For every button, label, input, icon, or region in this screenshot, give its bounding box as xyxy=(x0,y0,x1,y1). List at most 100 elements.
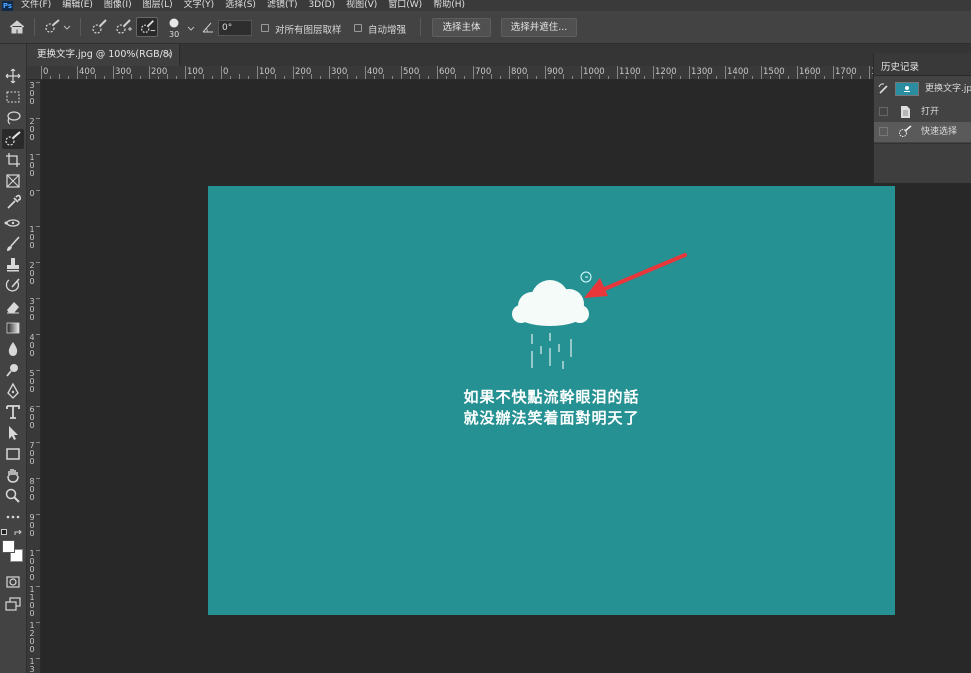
crop-tool-icon[interactable] xyxy=(2,150,24,170)
eraser-tool-icon[interactable] xyxy=(2,297,24,317)
clone-stamp-tool-icon[interactable] xyxy=(2,255,24,275)
foreground-color-swatch[interactable] xyxy=(2,540,15,553)
ruler-label: 600 xyxy=(29,405,35,430)
add-to-selection-icon[interactable] xyxy=(112,17,134,37)
path-selection-tool-icon[interactable] xyxy=(2,423,24,443)
more-tools-icon[interactable] xyxy=(2,507,24,527)
tool-preset-picker[interactable] xyxy=(42,17,72,37)
subtract-from-selection-icon[interactable] xyxy=(136,17,158,37)
menu-edit[interactable]: 编辑(E) xyxy=(62,0,93,11)
menu-type[interactable]: 文字(Y) xyxy=(184,0,215,11)
menu-view[interactable]: 视图(V) xyxy=(346,0,377,11)
quick-selection-tool-icon[interactable] xyxy=(2,129,24,149)
ruler-tick xyxy=(36,262,40,263)
rectangle-tool-icon[interactable] xyxy=(2,444,24,464)
ruler-tick xyxy=(149,66,150,79)
document-tab[interactable]: 更换文字.jpg @ 100%(RGB/8) × xyxy=(27,44,180,66)
color-swatches[interactable] xyxy=(1,529,25,565)
gradient-tool-icon[interactable] xyxy=(2,318,24,338)
ruler-minor-tick xyxy=(311,74,312,79)
close-tab-icon[interactable]: × xyxy=(164,44,173,66)
menu-help[interactable]: 帮助(H) xyxy=(433,0,465,11)
menu-window[interactable]: 窗口(W) xyxy=(388,0,422,11)
history-source-checkbox[interactable] xyxy=(879,127,888,136)
history-brush-tool-icon[interactable] xyxy=(2,276,24,296)
hand-tool-icon[interactable] xyxy=(2,465,24,485)
history-brush-source-icon[interactable] xyxy=(877,83,891,95)
ruler-minor-tick xyxy=(752,76,753,79)
history-item-label: 打开 xyxy=(921,107,940,117)
ruler-minor-tick xyxy=(788,76,789,79)
ruler-tick xyxy=(329,66,330,79)
ruler-minor-tick xyxy=(122,76,123,79)
ruler-label: 700 xyxy=(475,67,492,77)
frame-tool-icon[interactable] xyxy=(2,171,24,191)
ruler-label: 400 xyxy=(79,67,96,77)
history-panel-title[interactable]: 历史记录 xyxy=(881,59,919,73)
ruler-minor-tick xyxy=(851,74,852,79)
ruler-minor-tick xyxy=(239,74,240,79)
ruler-label: 1100 xyxy=(619,67,641,77)
eyedropper-tool-icon[interactable] xyxy=(2,192,24,212)
angle-input[interactable]: 0° xyxy=(218,20,252,36)
dodge-tool-icon[interactable] xyxy=(2,360,24,380)
menu-3d[interactable]: 3D(D) xyxy=(308,0,335,11)
ruler-label: 800 xyxy=(511,67,528,77)
spot-healing-tool-icon[interactable] xyxy=(2,213,24,233)
ruler-label: 100 xyxy=(187,67,204,77)
ruler-tick xyxy=(36,514,40,515)
ruler-minor-tick xyxy=(302,76,303,79)
menu-image[interactable]: 图像(I) xyxy=(104,0,132,11)
select-subject-button[interactable]: 选择主体 xyxy=(432,18,491,37)
menu-file[interactable]: 文件(F) xyxy=(21,0,51,11)
ruler-minor-tick xyxy=(608,76,609,79)
brush-tool-icon[interactable] xyxy=(2,234,24,254)
menu-layer[interactable]: 图层(L) xyxy=(143,0,173,11)
pen-tool-icon[interactable] xyxy=(2,381,24,401)
menu-filter[interactable]: 滤镜(T) xyxy=(267,0,298,11)
ruler-tick xyxy=(689,66,690,79)
history-item-quick-select[interactable]: 快速选择 xyxy=(874,122,971,142)
ruler-minor-tick xyxy=(491,74,492,79)
menu-bar: Ps 文件(F) 编辑(E) 图像(I) 图层(L) 文字(Y) 选择(S) 滤… xyxy=(0,0,971,11)
quick-mask-icon[interactable] xyxy=(2,572,24,592)
screen-mode-icon[interactable] xyxy=(2,594,24,614)
auto-enhance-label: 自动增强 xyxy=(368,25,407,36)
history-source-checkbox[interactable] xyxy=(879,107,888,116)
ruler-label: 200 xyxy=(295,67,312,77)
canvas-image[interactable]: 如果不快點流幹眼泪的話 就没辦法笑着面對明天了 xyxy=(208,186,895,615)
ruler-label: 900 xyxy=(547,67,564,77)
new-selection-icon[interactable] xyxy=(88,17,110,37)
tools-panel xyxy=(0,44,27,673)
ruler-tick xyxy=(797,66,798,79)
ruler-tick xyxy=(113,66,114,79)
swap-colors-icon[interactable] xyxy=(14,529,23,536)
ruler-label: 1600 xyxy=(799,67,821,77)
ruler-minor-tick xyxy=(347,74,348,79)
ruler-tick xyxy=(437,66,438,79)
select-and-mask-button[interactable]: 选择并遮住... xyxy=(501,18,577,37)
chevron-down-icon[interactable] xyxy=(186,17,196,37)
ruler-minor-tick xyxy=(419,74,420,79)
move-tool-icon[interactable] xyxy=(2,66,24,86)
history-snapshot-row[interactable]: 更换文字.jpg xyxy=(874,79,971,99)
lasso-tool-icon[interactable] xyxy=(2,108,24,128)
ruler-minor-tick xyxy=(392,76,393,79)
zoom-tool-icon[interactable] xyxy=(2,486,24,506)
sample-all-layers-checkbox[interactable] xyxy=(261,24,269,32)
brush-size-picker[interactable]: 30 xyxy=(164,17,186,39)
ruler-minor-tick xyxy=(554,76,555,79)
default-colors-icon[interactable] xyxy=(1,529,7,535)
history-item-open[interactable]: 打开 xyxy=(874,102,971,122)
blur-tool-icon[interactable] xyxy=(2,339,24,359)
ruler-tick xyxy=(36,190,40,191)
auto-enhance-checkbox[interactable] xyxy=(354,24,362,32)
document-tab-bar: 更换文字.jpg @ 100%(RGB/8) × xyxy=(27,44,971,66)
type-tool-icon[interactable] xyxy=(2,402,24,422)
home-icon[interactable] xyxy=(6,17,28,37)
history-item-label: 快速选择 xyxy=(921,127,958,137)
menu-select[interactable]: 选择(S) xyxy=(225,0,256,11)
ruler-tick xyxy=(36,622,40,623)
ruler-label: 700 xyxy=(29,441,35,466)
marquee-tool-icon[interactable] xyxy=(2,87,24,107)
